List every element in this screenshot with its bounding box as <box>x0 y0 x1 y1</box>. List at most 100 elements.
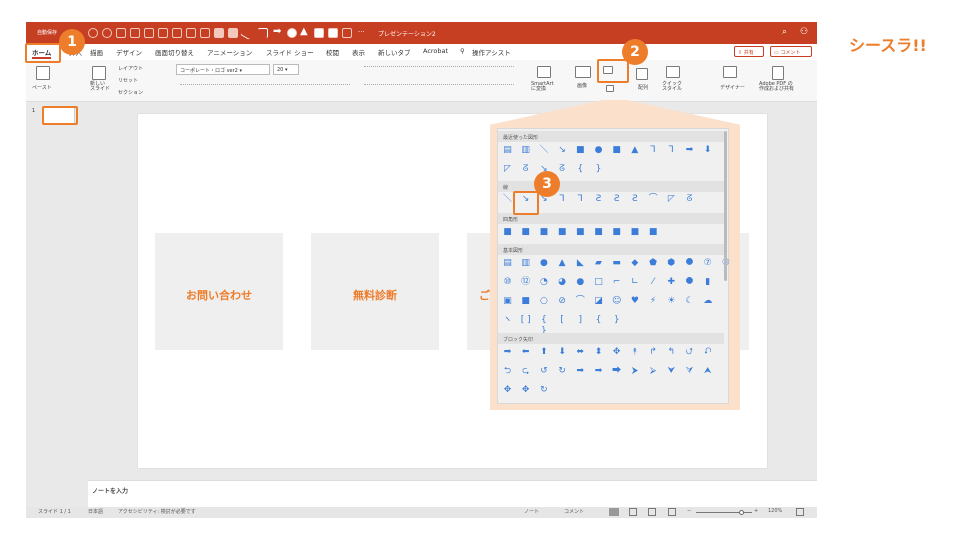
recent-shape[interactable]: ➡ <box>684 145 695 156</box>
fit-slide-icon[interactable] <box>796 508 804 516</box>
recent-shape[interactable]: ■ <box>611 145 622 156</box>
basic-shape[interactable]: ⚡ <box>648 296 659 307</box>
arrow-shape[interactable]: ⬌ <box>575 347 586 358</box>
arrow-shape[interactable]: ✥ <box>502 385 513 396</box>
arrow-shape[interactable]: ⬆ <box>538 347 549 358</box>
arrow-shape[interactable]: ⮝ <box>702 366 713 377</box>
recent-shape[interactable]: ᘔ <box>557 164 568 175</box>
sorter-view-icon[interactable] <box>629 508 637 516</box>
tab-acrobat[interactable]: Acrobat <box>423 47 448 55</box>
section-button[interactable]: セクション <box>118 89 143 96</box>
basic-shape[interactable]: ▲ <box>557 258 568 269</box>
arrow-shape[interactable]: ⬅ <box>520 347 531 358</box>
reading-view-icon[interactable] <box>648 508 656 516</box>
arrow-shape[interactable]: ➡ <box>593 366 604 377</box>
basic-shape[interactable]: ▮ <box>702 277 713 288</box>
basic-shape[interactable]: ✚ <box>666 277 677 288</box>
qa-icon-5[interactable] <box>186 28 196 38</box>
basic-shape[interactable]: ◕ <box>557 277 568 288</box>
line-shape[interactable]: Ꙅ <box>629 194 640 205</box>
comment-button[interactable]: ▭ コメント <box>770 46 812 57</box>
zoom-slider-handle[interactable] <box>739 510 744 515</box>
basic-shape[interactable]: ⑦ <box>702 258 713 269</box>
rect-shape[interactable]: ■ <box>538 227 549 238</box>
line-shape[interactable]: ᘔ <box>684 194 695 205</box>
basic-shape[interactable]: ∟ <box>629 277 640 288</box>
arrow-shape[interactable]: ⮚ <box>648 366 659 377</box>
chart-icon[interactable] <box>116 28 126 38</box>
arrow-shape[interactable]: ↻ <box>557 366 568 377</box>
basic-shape[interactable]: } <box>611 315 622 326</box>
basic-shape[interactable]: ヽ <box>502 315 513 326</box>
user-icon[interactable]: ⚇ <box>800 27 808 37</box>
basic-shape[interactable]: ☾ <box>684 296 695 307</box>
arrow-shape[interactable]: ↱ <box>648 347 659 358</box>
picture-icon[interactable] <box>342 28 352 38</box>
basic-shape[interactable]: ● <box>538 258 549 269</box>
line-icon[interactable] <box>240 26 254 40</box>
basic-shape[interactable]: ▣ <box>502 296 513 307</box>
arrow-shape[interactable]: ➡ <box>502 347 513 358</box>
rect-shape[interactable]: ■ <box>502 227 513 238</box>
zoom-level[interactable]: 120% <box>768 508 782 514</box>
tab-review[interactable]: 校閲 <box>326 47 339 57</box>
arrow-shape[interactable]: ⮟ <box>666 366 677 377</box>
arrow-shape[interactable]: ⮏ <box>702 347 713 358</box>
arrow-shape[interactable]: ⮕ <box>611 366 622 377</box>
arrow-shape[interactable]: ⬍ <box>593 347 604 358</box>
basic-shape[interactable]: ⯃ <box>684 277 695 288</box>
record-icon[interactable] <box>88 28 98 38</box>
basic-shape[interactable]: ⯃ <box>684 258 695 269</box>
qa-icon-2[interactable] <box>144 28 154 38</box>
arrow-shape[interactable]: ⮎ <box>520 366 531 377</box>
recent-shape[interactable]: ↘ <box>557 145 568 156</box>
arrow-shape[interactable]: ✥ <box>611 347 622 358</box>
basic-shape[interactable]: ☺ <box>611 296 622 307</box>
font-name-select[interactable]: コーポレート・ロゴ ver2 ▾ <box>176 64 270 75</box>
arrow-shape[interactable]: ⮞ <box>629 366 640 377</box>
recent-shape[interactable]: ● <box>593 145 604 156</box>
basic-shape[interactable]: ▰ <box>593 258 604 269</box>
recent-shape[interactable]: ▤ <box>502 145 513 156</box>
basic-shape[interactable]: ⬢ <box>666 258 677 269</box>
line-shape[interactable]: ⅂ <box>557 194 568 205</box>
grid-icon[interactable] <box>228 28 238 38</box>
overflow-icon[interactable]: ··· <box>358 28 365 36</box>
basic-shape[interactable]: □ <box>593 277 604 288</box>
recent-shape[interactable]: ⅂ <box>648 145 659 156</box>
basic-shape[interactable]: ▥ <box>520 258 531 269</box>
tab-transitions[interactable]: 画面切り替え <box>155 47 194 57</box>
arrow-right-icon[interactable]: ➡ <box>273 26 281 37</box>
arrow-shape[interactable]: ↻ <box>538 385 549 396</box>
arrow-shape[interactable]: ⬇ <box>557 347 568 358</box>
recent-shape[interactable]: ⬇ <box>702 145 713 156</box>
textbox-icon[interactable] <box>606 85 614 92</box>
qa-icon-1[interactable] <box>130 28 140 38</box>
zoom-out-button[interactable]: − <box>687 508 691 514</box>
triangle-icon[interactable]: ▲ <box>300 26 308 37</box>
layout-button[interactable]: レイアウト <box>118 65 143 72</box>
recent-shape[interactable]: ＼ <box>538 145 549 156</box>
basic-shape[interactable]: ⬟ <box>648 258 659 269</box>
basic-shape[interactable]: ⁄ <box>648 277 659 288</box>
tab-design[interactable]: デザイン <box>116 47 142 57</box>
square-icon[interactable] <box>314 28 324 38</box>
line-shape[interactable]: ＼ <box>502 194 513 205</box>
smartart-icon[interactable] <box>537 66 551 78</box>
basic-shape[interactable]: ◪ <box>593 296 604 307</box>
alignment-buttons[interactable] <box>364 84 514 92</box>
basic-shape[interactable]: ◆ <box>629 258 640 269</box>
basic-shape[interactable]: ⌐ <box>611 277 622 288</box>
gallery-scrollbar[interactable] <box>724 131 727 281</box>
new-slide-label[interactable]: 新しい スライド <box>90 82 114 92</box>
basic-shape[interactable]: [ ] <box>520 315 531 326</box>
notes-pane[interactable]: ノートを入力 <box>88 480 817 507</box>
recent-shape[interactable]: { <box>575 164 586 175</box>
adobe-pdf-icon[interactable] <box>772 66 784 80</box>
basic-shape[interactable]: ] <box>575 315 586 326</box>
basic-shape[interactable]: ▤ <box>502 258 513 269</box>
rect-shape[interactable]: ■ <box>575 227 586 238</box>
rect-shape[interactable]: ■ <box>611 227 622 238</box>
rect-shape[interactable]: ■ <box>520 227 531 238</box>
textbox-icon[interactable] <box>328 28 338 38</box>
